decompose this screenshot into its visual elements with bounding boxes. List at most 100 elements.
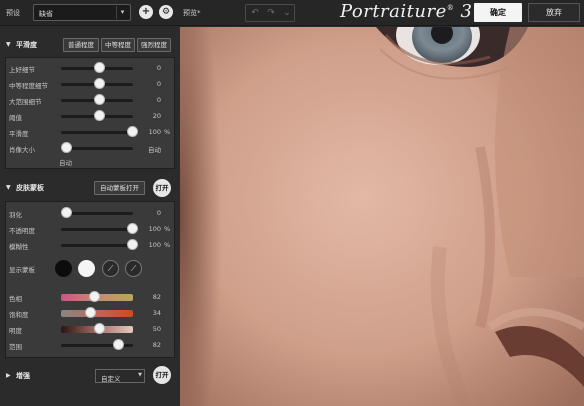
preset-medium-button[interactable]: 中等程度 <box>101 38 135 52</box>
slider-label: 模糊性 <box>9 243 29 251</box>
preset-settings-button[interactable]: ⚙ <box>159 5 173 19</box>
slider-handle[interactable] <box>61 207 72 218</box>
enhance-select-value: 自定义 <box>101 375 121 383</box>
slider-track[interactable] <box>61 244 133 247</box>
slider-track[interactable] <box>61 131 133 134</box>
slider-label: 不透明度 <box>9 227 35 235</box>
app-logo: Portraiture® 3 <box>340 1 472 22</box>
slider-value: 82 <box>152 341 161 349</box>
preset-label: 预设 <box>6 9 20 17</box>
skin-mask-toggle[interactable]: 打开 <box>153 179 171 197</box>
enhance-select[interactable]: 自定义 ▼ <box>95 369 145 383</box>
slider-label: 平滑度 <box>9 130 29 138</box>
slider-label: 饱和度 <box>9 311 29 319</box>
slider-value: 自动 <box>148 146 161 154</box>
add-preset-button[interactable]: + <box>139 5 153 19</box>
history-nav: ↶ ↷ ⌄ <box>245 4 295 22</box>
slider-handle[interactable] <box>61 142 72 153</box>
color-slider-row: 饱和度 34 <box>6 306 176 320</box>
slider-row: 不透明度 100% <box>6 222 176 236</box>
portrait-preview-image <box>180 27 584 406</box>
slider-handle[interactable] <box>94 110 105 121</box>
skin-mask-title: 皮肤蒙板 <box>16 184 44 192</box>
redo-icon[interactable]: ↷ <box>263 6 279 21</box>
slider-track[interactable] <box>61 228 133 231</box>
auto-mask-button[interactable]: 自动蒙板打开 <box>94 181 145 195</box>
smoothing-header[interactable]: ▼ 平滑度 普通程度 中等程度 强烈程度 <box>0 35 180 55</box>
skin-mask-body: 羽化 0 不透明度 100% 模糊性 100% 显示蒙板 ⟋ ⟋ 色相 82 饱和度 34 明度 50 范围 8… <box>5 201 175 358</box>
slider-handle[interactable] <box>127 126 138 137</box>
slider-value: 50 <box>152 325 161 333</box>
app-name: Portraiture <box>340 1 447 22</box>
slider-row: 模糊性 100% <box>6 238 176 252</box>
slider-row: 肖像大小 自动 <box>6 141 176 155</box>
slider-label: 大范围细节 <box>9 98 42 106</box>
ok-button[interactable]: 确定 <box>474 3 522 22</box>
chevron-down-icon: ▼ <box>138 372 142 378</box>
history-chevron-icon[interactable]: ⌄ <box>279 6 295 21</box>
cancel-button[interactable]: 放弃 <box>528 3 580 22</box>
chevron-down-icon: ▾ <box>116 6 128 19</box>
app-version: 3 <box>460 1 473 22</box>
preset-normal-button[interactable]: 普通程度 <box>63 38 99 52</box>
slider-label: 阈值 <box>9 114 22 122</box>
slider-value: 0 <box>156 209 161 217</box>
slider-value: 0 <box>156 96 161 104</box>
slider-handle[interactable] <box>127 223 138 234</box>
mask-color-black-swatch[interactable] <box>55 260 72 277</box>
gradient-slider-track[interactable] <box>61 310 133 317</box>
slider-label: 中等程度细节 <box>9 82 48 90</box>
smoothing-body: 上好细节 0 中等程度细节 0 大范围细节 0 阈值 20 平滑度 100% 肖像大小 自动 自动 <box>5 57 175 169</box>
slider-handle[interactable] <box>113 339 125 350</box>
portrait-size-auto-label: 自动 <box>59 159 72 167</box>
enhance-toggle[interactable]: 打开 <box>153 366 171 384</box>
show-mask-label: 显示蒙板 <box>9 266 35 274</box>
slider-label: 羽化 <box>9 211 22 219</box>
slider-row: 中等程度细节 0 <box>6 77 176 91</box>
slider-handle[interactable] <box>94 62 105 73</box>
slider-label: 明度 <box>9 327 22 335</box>
undo-icon[interactable]: ↶ <box>247 6 263 21</box>
slider-handle[interactable] <box>127 239 138 250</box>
settings-panel: ▼ 平滑度 普通程度 中等程度 强烈程度 上好细节 0 中等程度细节 0 大范围细节 0 阈… <box>0 27 180 406</box>
expand-triangle-icon: ▶ <box>6 372 11 379</box>
slider-row: 大范围细节 0 <box>6 93 176 107</box>
preview-label: 预览* <box>183 9 201 17</box>
preset-select-value: 缺省 <box>39 10 53 18</box>
slider-value: 100 <box>148 128 161 136</box>
color-slider-row: 色相 82 <box>6 290 176 304</box>
slider-value: 82 <box>152 293 161 301</box>
slider-label: 色相 <box>9 295 22 303</box>
slider-value: 20 <box>152 112 161 120</box>
slider-label: 范围 <box>9 343 22 351</box>
image-preview[interactable] <box>180 27 584 406</box>
preset-select[interactable]: 缺省 ▾ <box>33 4 131 21</box>
eyedropper-icon[interactable]: ⟋ <box>102 260 119 277</box>
slider-handle[interactable] <box>84 307 96 318</box>
slider-value: 100 <box>148 225 161 233</box>
collapse-triangle-icon: ▼ <box>6 184 11 191</box>
color-slider-row: 范围 82 <box>6 338 176 352</box>
slider-row: 上好细节 0 <box>6 61 176 75</box>
color-slider-row: 明度 50 <box>6 322 176 336</box>
slider-handle[interactable] <box>94 78 105 89</box>
app-mark: ® <box>446 4 455 12</box>
slider-value: 34 <box>152 309 161 317</box>
slider-row: 平滑度 100% <box>6 125 176 139</box>
slider-label: 上好细节 <box>9 66 35 74</box>
mask-color-white-swatch[interactable] <box>78 260 95 277</box>
preset-strong-button[interactable]: 强烈程度 <box>137 38 171 52</box>
slider-label: 肖像大小 <box>9 146 35 154</box>
eyedropper-plus-icon[interactable]: ⟋ <box>125 260 142 277</box>
slider-handle[interactable] <box>94 323 105 334</box>
slider-value: 0 <box>156 80 161 88</box>
slider-unit: % <box>164 225 171 233</box>
slider-unit: % <box>164 241 171 249</box>
show-mask-row: 显示蒙板 ⟋ ⟋ <box>6 258 176 280</box>
slider-handle[interactable] <box>94 94 105 105</box>
slider-row: 羽化 0 <box>6 206 176 220</box>
smoothing-title: 平滑度 <box>16 41 37 49</box>
slider-unit: % <box>164 128 171 136</box>
slider-value: 0 <box>156 64 161 72</box>
slider-row: 阈值 20 <box>6 109 176 123</box>
